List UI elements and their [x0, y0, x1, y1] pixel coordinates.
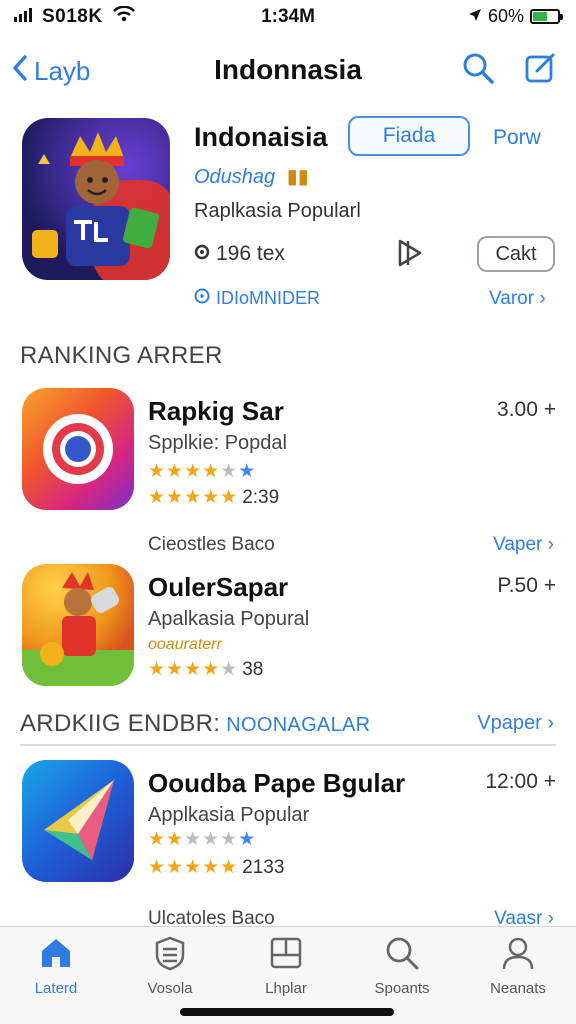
profile-icon [500, 937, 536, 975]
featured-app-size: 196 tex [194, 242, 285, 266]
status-right-group: 60% [468, 6, 563, 27]
app-title: Rapkig Sar [148, 396, 284, 426]
app-subtitle: Applkasia Popular [148, 804, 310, 826]
get-button[interactable]: Fiada [348, 116, 470, 156]
app-price[interactable]: 12:00 + [485, 770, 556, 794]
section-more-label: Vpaper [477, 712, 542, 734]
rating-stars: ★★★★★★ [148, 829, 257, 850]
rating-stars-secondary: ★★★★★ 2133 [148, 857, 285, 878]
app-subtitle: Spplkie: Popdal [148, 432, 287, 454]
rating-count: 2133 [242, 857, 285, 878]
app-price[interactable]: P.50 + [497, 574, 556, 598]
info-label: IDIoMNIDER [216, 288, 321, 308]
battery-percent: 60% [487, 6, 524, 26]
app-row[interactable]: OulerSapar Apalkasia Popural ooauraterr … [0, 564, 576, 694]
download-size-icon [194, 242, 210, 266]
chevron-left-icon [12, 54, 28, 89]
back-button[interactable]: Layb [12, 54, 90, 89]
featured-app-icon[interactable] [22, 118, 170, 280]
featured-app-card: Indonaisia Fiada Porw Odushag ▮▮ Raplkas… [0, 110, 576, 320]
tab-today[interactable]: Laterd [6, 935, 106, 997]
rating-count: 2:39 [242, 487, 280, 508]
tab-label: Vosola [147, 980, 193, 997]
tab-label: Spoants [374, 980, 430, 997]
rating-count: 38 [242, 659, 264, 680]
featured-more-label: Varor [489, 288, 535, 309]
section-title-text: ARDKIIG ENDBR: [20, 710, 221, 737]
search-icon [462, 53, 494, 88]
battery-icon [530, 9, 563, 24]
home-icon [38, 939, 74, 975]
chevron-right-icon: › [539, 288, 546, 309]
play-icon [392, 239, 426, 274]
section-title-ranking-2: ARDKIIG ENDBR: NOONAGALAR [20, 710, 370, 738]
app-icon [22, 564, 134, 686]
compose-button[interactable] [524, 52, 556, 89]
tab-profile[interactable]: Neanats [468, 935, 568, 997]
chevron-right-icon: › [541, 712, 554, 734]
tab-label: Neanats [490, 980, 546, 997]
location-icon [468, 6, 482, 27]
app-icon [22, 760, 134, 882]
rating-stars: ★★★★★★ [148, 461, 257, 482]
tab-search[interactable]: Spoants [352, 935, 452, 997]
nav-bar: Layb Indonnasia [0, 40, 576, 98]
search-button[interactable] [462, 52, 494, 89]
app-row[interactable]: Rapkig Sar Spplkie: Popdal ★★★★★★ ★★★★★ 2… [0, 388, 576, 518]
secondary-action-button[interactable]: Cakt [477, 236, 555, 272]
apps-icon [268, 937, 304, 975]
developer-link[interactable]: Odushag ▮▮ [194, 164, 309, 189]
search-icon [384, 937, 420, 975]
featured-app-size-value: 196 tex [216, 242, 285, 265]
compose-icon [524, 53, 556, 88]
featured-link[interactable]: Porw [493, 126, 541, 150]
app-meta-more-label: Vaper [493, 534, 543, 555]
developer-name: Odushag [194, 166, 276, 188]
app-title: Ooudba Pape Bgular [148, 768, 406, 798]
section-title-ranking: RANKING ARRER [20, 342, 223, 369]
chevron-right-icon: › [542, 534, 554, 555]
preview-play-button[interactable] [392, 236, 426, 275]
games-icon [152, 936, 188, 975]
featured-more-link[interactable]: Varor › [489, 288, 546, 310]
featured-app-title: Indonaisia [194, 122, 328, 152]
tab-apps[interactable]: Lhplar [236, 935, 336, 997]
app-meta-label: Cieostles Baco [148, 534, 275, 555]
badge-icon: ▮▮ [286, 166, 309, 188]
app-tag: ooauraterr [148, 636, 222, 653]
tab-label: Laterd [34, 980, 78, 997]
section-divider [20, 744, 556, 746]
section-more-link[interactable]: Vpaper › [477, 712, 554, 735]
rating-stars: ★★★★★ 38 [148, 659, 264, 680]
back-label: Layb [34, 56, 91, 86]
featured-app-category: Raplkasia Popularl [194, 200, 361, 222]
status-bar: S018K 1:34M 60% [0, 0, 576, 36]
section-accent: NOONAGALAR [226, 714, 371, 736]
app-subtitle: Apalkasia Popural [148, 608, 310, 630]
app-price[interactable]: 3.00 + [497, 398, 556, 422]
tab-games[interactable]: Vosola [120, 935, 220, 997]
tab-label: Lhplar [265, 980, 307, 997]
rating-stars-secondary: ★★★★★ 2:39 [148, 487, 280, 508]
app-icon [22, 388, 134, 510]
app-row[interactable]: Ooudba Pape Bgular Applkasia Popular ★★★… [0, 760, 576, 890]
app-meta-more-link[interactable]: Vaper › [493, 534, 554, 556]
home-indicator[interactable] [180, 1008, 394, 1016]
app-title: OulerSapar [148, 572, 289, 602]
info-icon [194, 288, 210, 309]
info-link[interactable]: IDIoMNIDER [194, 288, 320, 309]
